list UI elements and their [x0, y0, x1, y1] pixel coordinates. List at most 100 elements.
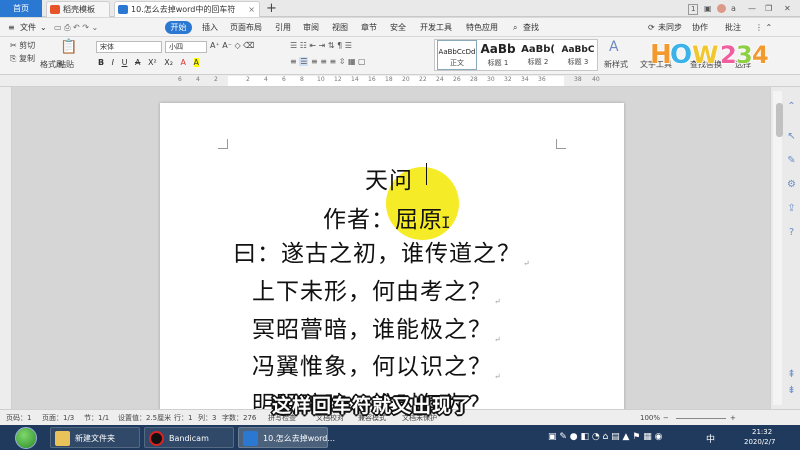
horizontal-ruler[interactable]: 6 4 2 2 4 6 8 10 12 14 16 18 20 22 24 26… — [0, 75, 800, 87]
style-heading-3[interactable]: AaBbC 标题 3 — [558, 40, 598, 70]
style-heading-2[interactable]: AaBb( 标题 2 — [518, 40, 558, 70]
zoom-level[interactable]: 100% — [640, 412, 660, 424]
sync-icon[interactable]: ⟳ — [648, 21, 655, 34]
start-button[interactable] — [15, 427, 37, 449]
style-panel-icon[interactable]: ✎ — [786, 155, 797, 166]
align-buttons[interactable]: ≡ ☰ ≡ ≡ ≡ ⇳ ▦ ▢ — [290, 57, 366, 66]
ruler-number: 2 — [246, 76, 250, 83]
tab-developer[interactable]: 开发工具 — [420, 21, 452, 34]
select-object-icon[interactable]: ↖ — [786, 131, 797, 142]
doc-author-line[interactable]: 作者：屈原 — [323, 200, 443, 234]
svg-text:4: 4 — [752, 41, 769, 69]
status-words[interactable]: 字数：276 — [222, 412, 256, 424]
ruler-number: 6 — [178, 76, 182, 83]
svg-text:H: H — [650, 40, 672, 69]
taskbar-item-word[interactable]: 10.怎么去掉word... — [238, 427, 335, 448]
ruler-number: 8 — [300, 76, 304, 83]
format-buttons[interactable]: B I U A X² X₂ A A — [98, 58, 204, 67]
doc-line[interactable]: 上下未形，何由考之？ ↵ — [252, 272, 502, 306]
document-page[interactable]: 天问 作者：屈原 I 曰：遂古之初，谁传道之？ ↵ 上下未形，何由考之？ ↵ 冥昭瞢… — [160, 103, 624, 409]
menu-file[interactable]: 文件 — [20, 21, 36, 34]
style-normal[interactable]: AaBbCcDd 正文 — [437, 40, 477, 70]
minimize-icon[interactable]: — — [748, 0, 756, 17]
skin-icon[interactable]: ▣ — [704, 0, 712, 17]
vertical-ruler[interactable] — [0, 87, 12, 409]
copy-button[interactable]: ⎘ 复制 — [10, 53, 35, 64]
collab-label[interactable]: 协作 — [692, 21, 708, 34]
new-tab-button[interactable]: + — [266, 0, 277, 17]
close-window-icon[interactable]: ✕ — [784, 0, 791, 17]
tab-review[interactable]: 审阅 — [303, 21, 319, 34]
properties-icon[interactable]: ⚙ — [786, 179, 797, 190]
taskbar-item-folder[interactable]: 新建文件夹 — [50, 427, 140, 448]
scrollbar-thumb[interactable] — [776, 103, 783, 137]
cut-button[interactable]: ✂ 剪切 — [10, 40, 35, 51]
quick-access-icons[interactable]: ▭ ⎙ ↶ ↷ ⌄ — [54, 21, 98, 34]
tab-template[interactable]: 稻壳模板 — [46, 1, 110, 17]
tray-icons[interactable]: ▣ ✎ ● ◧ ◔ ⌂ ▤ ▲ ⚑ ▦ ◉ — [548, 432, 662, 442]
tab-references[interactable]: 引用 — [275, 21, 291, 34]
doc-line[interactable]: 冯翼惟象，何以识之？ ↵ — [252, 347, 502, 381]
style-gallery[interactable]: AaBbCcDd 正文 AaBb 标题 1 AaBb( 标题 2 AaBbC 标… — [434, 39, 598, 71]
search-label[interactable]: 查找 — [523, 21, 539, 34]
avatar[interactable] — [717, 0, 727, 17]
restore-icon[interactable]: ❐ — [765, 0, 772, 17]
tab-page-layout[interactable]: 页面布局 — [230, 21, 262, 34]
svg-text:3: 3 — [736, 41, 753, 69]
tab-special-apps[interactable]: 特色应用 — [466, 21, 498, 34]
hamburger-icon[interactable]: ≡ — [8, 21, 15, 34]
close-tab-icon[interactable]: × — [248, 2, 255, 17]
page-down-icon[interactable]: ⇟ — [786, 385, 797, 396]
document-area[interactable]: 天问 作者：屈原 I 曰：遂古之初，谁传道之？ ↵ 上下未形，何由考之？ ↵ 冥昭瞢… — [12, 87, 770, 409]
doc-title[interactable]: 天问 — [365, 161, 413, 195]
taskbar-item-bandicam[interactable]: Bandicam — [144, 427, 234, 448]
annotation-label[interactable]: 批注 — [725, 21, 741, 34]
ruler-number: 6 — [282, 76, 286, 83]
zoom-in-icon[interactable]: + — [730, 412, 736, 424]
font-name-select[interactable]: 宋体 — [96, 41, 162, 53]
ruler-number: 16 — [368, 76, 376, 83]
font-grow-icons[interactable]: A⁺ A⁻ ◇ ⌫ — [210, 41, 254, 50]
format-painter-text[interactable]: 格式刷 — [40, 59, 64, 70]
help-icon[interactable]: ? — [786, 227, 797, 238]
copy-icon: ⎘ — [10, 54, 17, 63]
tab-chapter[interactable]: 章节 — [361, 21, 377, 34]
font-size-select[interactable]: 小四 — [165, 41, 207, 53]
status-col: 列：3 — [198, 414, 217, 422]
tab-view[interactable]: 视图 — [332, 21, 348, 34]
ime-indicator[interactable]: 中 — [706, 432, 715, 445]
ruler-number: 22 — [419, 76, 427, 83]
status-page[interactable]: 页面：1/3 — [42, 412, 74, 424]
ruler-number: 4 — [196, 76, 200, 83]
doc-line[interactable]: 曰：遂古之初，谁传道之？ ↵ — [233, 234, 531, 268]
new-style-button[interactable]: 新样式 — [604, 59, 628, 70]
new-style-icon[interactable]: A — [609, 39, 619, 55]
zoom-out-icon[interactable]: − — [663, 412, 669, 424]
status-page-num[interactable]: 页码：1 — [6, 412, 31, 424]
scissors-icon: ✂ — [10, 41, 17, 50]
clock-time[interactable]: 21:32 — [752, 428, 772, 436]
style-heading-1[interactable]: AaBb 标题 1 — [478, 40, 518, 70]
unsynced-label[interactable]: 未同步 — [658, 21, 682, 34]
doc-line[interactable]: 冥昭瞢暗，谁能极之？ ↵ — [252, 310, 502, 344]
tab-home[interactable]: 首页 — [0, 0, 42, 17]
page-up-icon[interactable]: ⇞ — [786, 369, 797, 380]
list-buttons[interactable]: ☰ ☷ ⇤ ⇥ ⇅ ¶ ☰ — [290, 41, 352, 50]
tab-security[interactable]: 安全 — [390, 21, 406, 34]
tab-document[interactable]: 10.怎么去掉word中的回车符 × — [114, 1, 260, 17]
more-icon[interactable]: ⋮ ⌃ — [755, 21, 772, 34]
tab-insert[interactable]: 插入 — [202, 21, 218, 34]
panel-collapse-icon[interactable]: ⌃ — [786, 101, 797, 112]
status-setting[interactable]: 设置值：2.5厘米 — [118, 412, 171, 424]
paste-icon[interactable]: 📋 — [60, 39, 77, 55]
chevron-down-icon[interactable]: ⌄ — [40, 21, 47, 34]
notification-badge[interactable]: 1 — [688, 0, 699, 17]
tab-start[interactable]: 开始 — [165, 21, 192, 34]
clock-date[interactable]: 2020/2/7 — [744, 438, 775, 446]
user-name: a — [731, 4, 736, 13]
ribbon-toolbar: ✂ 剪切 ⎘ 复制 📋 粘贴 格式刷 宋体 小四 A⁺ A⁻ ◇ ⌫ B I U… — [0, 37, 800, 75]
vertical-scrollbar[interactable] — [773, 91, 783, 405]
search-icon[interactable]: ⌕ — [513, 21, 517, 34]
share-icon[interactable]: ⇪ — [786, 203, 797, 214]
zoom-slider[interactable] — [676, 412, 726, 419]
